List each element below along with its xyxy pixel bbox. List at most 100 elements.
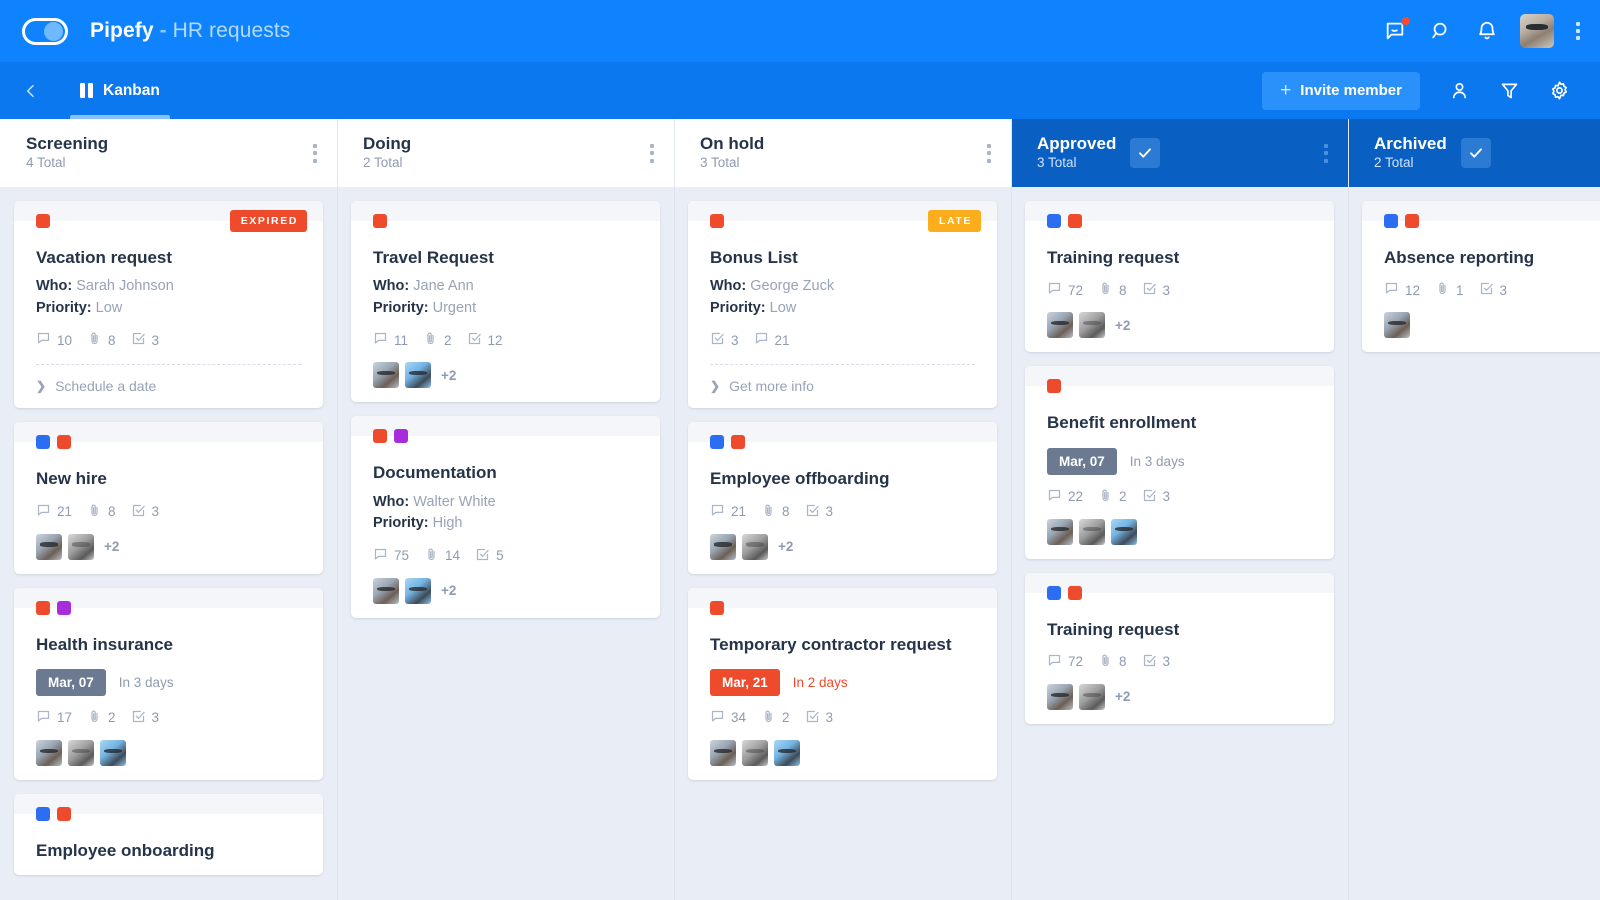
pipefy-logo-icon[interactable]	[22, 17, 68, 45]
column-menu-icon[interactable]	[983, 140, 995, 167]
kanban-card[interactable]: New hire 21 8 3 +2	[14, 422, 323, 574]
column-header: Archived 2 Total	[1348, 119, 1600, 187]
kanban-card[interactable]: LATE Bonus List Who: George Zuck Priority: …	[688, 201, 997, 409]
avatar[interactable]	[1520, 14, 1554, 48]
kanban-card[interactable]: Employee offboarding 21 8 3 +2	[688, 422, 997, 574]
kanban-card[interactable]: Training request 72 8 3 +2	[1025, 201, 1334, 353]
card-action-link[interactable]: ❯ Schedule a date	[36, 378, 301, 394]
card-label-red[interactable]	[1068, 214, 1082, 228]
card-action-link[interactable]: ❯ Get more info	[710, 378, 975, 394]
assignee-avatar[interactable]	[373, 577, 399, 604]
assignee-avatar[interactable]	[405, 362, 431, 389]
feedback-icon[interactable]	[1382, 16, 1411, 44]
back-button[interactable]	[0, 62, 62, 119]
assignee-avatar[interactable]	[1079, 518, 1105, 545]
assignee-avatar[interactable]	[1047, 312, 1073, 339]
card-meta-count: 14	[445, 548, 461, 564]
assignee-avatar[interactable]	[1047, 518, 1073, 545]
card-label-red[interactable]	[1047, 379, 1061, 394]
assignee-avatar[interactable]	[742, 533, 768, 560]
card-label-purple[interactable]	[394, 429, 408, 444]
assignee-avatar[interactable]	[36, 533, 62, 560]
card-meta-count: 5	[496, 548, 504, 564]
card-label-red[interactable]	[731, 435, 745, 450]
assignee-avatar[interactable]	[68, 739, 94, 766]
members-icon[interactable]	[1436, 68, 1482, 114]
card-label-blue[interactable]	[36, 435, 50, 450]
card-label-purple[interactable]	[57, 600, 71, 615]
card-meta-count: 21	[774, 332, 790, 348]
card-label-red[interactable]	[373, 429, 387, 444]
kanban-card[interactable]: Health insurance Mar, 07 In 3 days 17 2 3	[14, 587, 323, 780]
kanban-card[interactable]: Benefit enrollment Mar, 07 In 3 days 22 2 3	[1025, 366, 1334, 559]
assignee-avatar[interactable]	[710, 533, 736, 560]
search-icon[interactable]	[1428, 18, 1454, 44]
settings-icon[interactable]	[1536, 68, 1582, 114]
card-field-value: Low	[95, 299, 123, 316]
card-label-red[interactable]	[57, 806, 71, 821]
card-body: Employee offboarding 21 8 3 +2	[688, 432, 997, 560]
assignee-avatar[interactable]	[68, 533, 94, 560]
filter-icon[interactable]	[1486, 68, 1532, 114]
card-label-blue[interactable]	[1384, 214, 1398, 228]
assignee-avatar[interactable]	[774, 739, 800, 766]
kanban-card[interactable]: Temporary contractor request Mar, 21 In 2 …	[688, 587, 997, 780]
assignee-avatar[interactable]	[405, 577, 431, 604]
card-label-red[interactable]	[710, 214, 724, 228]
column-menu-icon[interactable]	[309, 140, 321, 167]
feedback-badge	[1401, 16, 1411, 26]
assignee-avatar[interactable]	[1079, 683, 1105, 710]
card-meta: 12 1 3	[1384, 281, 1600, 299]
assignee-avatar[interactable]	[100, 739, 126, 766]
card-body: Training request 72 8 3 +2	[1025, 211, 1334, 339]
column-done-check-icon[interactable]	[1130, 138, 1161, 168]
card-meta: 22 2 3	[1047, 488, 1312, 506]
card-meta-item: 8	[87, 331, 116, 349]
notifications-icon[interactable]	[1474, 18, 1500, 44]
assignee-avatar[interactable]	[710, 739, 736, 766]
column-title: Screening	[26, 133, 109, 153]
assignee-avatar[interactable]	[1079, 312, 1105, 339]
card-assignees	[1047, 518, 1312, 545]
comment-icon	[373, 547, 388, 565]
assignee-avatar[interactable]	[1111, 518, 1137, 545]
assignee-avatar[interactable]	[1047, 683, 1073, 710]
checklist-icon	[131, 331, 146, 349]
column-done-check-icon[interactable]	[1460, 138, 1491, 168]
kanban-card[interactable]: Training request 72 8 3 +2	[1025, 572, 1334, 724]
card-label-red[interactable]	[57, 435, 71, 450]
top-bar-menu-icon[interactable]	[1574, 20, 1582, 42]
card-body: Documentation Who: Walter White Priority: …	[351, 426, 660, 604]
card-label-red[interactable]	[36, 600, 50, 615]
kanban-card[interactable]: Documentation Who: Walter White Priority: …	[351, 416, 660, 618]
column-header-texts: Approved 3 Total	[1037, 134, 1116, 172]
kanban-card[interactable]: EXPIRED Vacation request Who: Sarah Johnso…	[14, 201, 323, 409]
assignee-avatar[interactable]	[1384, 312, 1410, 339]
card-label-blue[interactable]	[1047, 214, 1061, 228]
column-menu-icon[interactable]	[646, 140, 658, 167]
column-menu-icon[interactable]	[1320, 140, 1332, 167]
assignee-avatar[interactable]	[373, 362, 399, 389]
plus-icon: +	[1280, 80, 1292, 101]
card-label-red[interactable]	[710, 600, 724, 615]
kanban-card[interactable]: Travel Request Who: Jane Ann Priority: Urg…	[351, 201, 660, 403]
card-label-blue[interactable]	[36, 806, 50, 821]
tab-kanban[interactable]: Kanban	[62, 62, 178, 119]
card-label-red[interactable]	[36, 214, 50, 228]
card-label-red[interactable]	[1405, 214, 1419, 228]
card-label-red[interactable]	[373, 214, 387, 228]
assignee-avatar[interactable]	[742, 739, 768, 766]
kanban-card[interactable]: Absence reporting 12 1 3	[1362, 201, 1600, 353]
card-label-red[interactable]	[1068, 585, 1082, 600]
card-labels	[373, 211, 638, 231]
card-body: Employee onboarding	[14, 804, 323, 861]
card-meta-count: 2	[444, 332, 452, 348]
assignee-overflow-count: +2	[1115, 317, 1131, 333]
assignee-avatar[interactable]	[36, 739, 62, 766]
card-labels	[710, 432, 975, 452]
card-label-blue[interactable]	[710, 435, 724, 450]
card-label-blue[interactable]	[1047, 585, 1061, 600]
kanban-card[interactable]: Employee onboarding	[14, 793, 323, 876]
card-meta: 3 21	[710, 331, 975, 349]
invite-member-button[interactable]: + Invite member	[1262, 71, 1420, 110]
